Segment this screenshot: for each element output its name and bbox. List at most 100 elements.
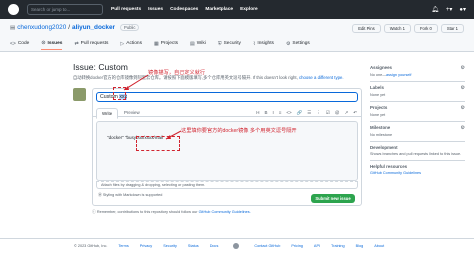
- tab-label: Settings: [292, 41, 310, 46]
- nav-marketplace[interactable]: Marketplace: [205, 7, 233, 12]
- gear-icon: ⚙: [285, 40, 291, 47]
- graph-icon: ⌇: [252, 40, 256, 47]
- edit-pins-button[interactable]: Edit Pins: [352, 24, 381, 33]
- sidebar-projects[interactable]: Projects ⚙ None yet: [370, 102, 465, 122]
- repo-action-buttons: Edit Pins Watch 1 Fork 0 Star 1: [352, 24, 464, 33]
- bold-icon[interactable]: B: [264, 110, 267, 116]
- sidebar-assignees[interactable]: Assignees ⚙ No one—assign yourself: [370, 62, 465, 82]
- bell-icon[interactable]: 🔔︎: [431, 6, 439, 13]
- pull-request-icon: ⇄: [74, 40, 79, 47]
- community-guidelines-link[interactable]: GitHub Community Guidelines.: [199, 210, 251, 214]
- search-input[interactable]: Search or jump to...: [27, 4, 103, 15]
- repo-icon: ▤: [10, 24, 16, 31]
- sidebar-labels[interactable]: Labels ⚙ None yet: [370, 82, 465, 102]
- ordered-list-icon[interactable]: ⋮: [316, 110, 321, 116]
- annotation-box-body: [136, 136, 180, 151]
- footer-link-blog[interactable]: Blog: [356, 244, 364, 248]
- gear-icon[interactable]: ⚙: [461, 85, 465, 91]
- submit-new-issue-button[interactable]: Submit new issue: [311, 194, 355, 203]
- repo-tabs: <> Code ⊙ Issues ⇄ Pull requests ▷ Actions ▦…: [10, 40, 310, 50]
- markdown-icon: Ⓜ: [98, 193, 102, 197]
- nav-issues[interactable]: Issues: [148, 7, 163, 12]
- gear-icon[interactable]: ⚙: [461, 125, 465, 131]
- markdown-toolbar: H B I ≡ <> 🔗 ☰ ⋮ ☑ @ ↗ ↶: [256, 110, 357, 116]
- task-list-icon[interactable]: ☑: [326, 110, 330, 116]
- tab-pull-requests[interactable]: ⇄ Pull requests: [74, 40, 108, 50]
- template-description: 自动转换docker官方的仓库镜像到阿里云仓库。请按照下面模版填写,多个仓库用英…: [73, 75, 344, 81]
- attach-files-area[interactable]: Attach files by dragging & dropping, sel…: [96, 181, 358, 189]
- sidebar-title: Projects: [370, 105, 388, 110]
- tab-label: Issues: [47, 40, 63, 46]
- quote-icon[interactable]: ≡: [279, 110, 282, 116]
- reference-icon[interactable]: ↗: [344, 110, 348, 116]
- community-guidelines-link[interactable]: GitHub Community Guidelines: [370, 171, 465, 175]
- mention-icon[interactable]: @: [335, 110, 340, 116]
- gear-icon[interactable]: ⚙: [461, 65, 465, 71]
- tab-insights[interactable]: ⌇ Insights: [253, 40, 274, 50]
- tab-settings[interactable]: ⚙ Settings: [286, 40, 310, 50]
- fork-button[interactable]: Fork 0: [413, 24, 438, 33]
- heading-icon[interactable]: H: [256, 110, 259, 116]
- visibility-badge: Public: [120, 24, 140, 31]
- footer-link-privacy[interactable]: Privacy: [140, 244, 152, 248]
- repo-owner-link[interactable]: chenxudong2020: [17, 24, 66, 31]
- tab-security[interactable]: ⛨ Security: [218, 40, 241, 50]
- tab-projects[interactable]: ▦ Projects: [154, 40, 178, 50]
- annotation-box-title: [113, 87, 126, 100]
- tab-actions[interactable]: ▷ Actions: [120, 40, 142, 50]
- footer-link-pricing[interactable]: Pricing: [291, 244, 303, 248]
- tab-code[interactable]: <> Code: [10, 40, 29, 50]
- copyright: © 2023 GitHub, Inc.: [74, 244, 108, 248]
- sidebar-value: No milestone: [370, 133, 393, 137]
- repo-header: ▤ chenxudong2020 / aliyun_docker Public …: [0, 19, 474, 52]
- repo-name-link[interactable]: aliyun_docker: [72, 24, 115, 31]
- header-actions: 🔔︎ +▾ ●▾: [431, 6, 466, 13]
- footer-link-status[interactable]: Status: [188, 244, 199, 248]
- sidebar-milestone[interactable]: Milestone ⚙ No milestone: [370, 122, 465, 142]
- plus-icon[interactable]: +▾: [446, 6, 453, 13]
- issue-title-input[interactable]: Custom xxx: [96, 92, 358, 102]
- github-logo-icon[interactable]: [8, 4, 19, 15]
- assign-yourself-link[interactable]: assign yourself: [386, 73, 411, 77]
- tab-wiki[interactable]: ▤ Wiki: [190, 40, 206, 50]
- reply-icon[interactable]: ↶: [353, 110, 357, 116]
- tab-write[interactable]: Write: [96, 108, 119, 119]
- avatar: [73, 88, 86, 101]
- sidebar-title: Development: [370, 145, 398, 150]
- watch-button[interactable]: Watch 1: [383, 24, 411, 33]
- tab-preview[interactable]: Preview: [119, 108, 145, 117]
- annotation-body-note: 这里填你要官方的docker镜像 多个用英文逗号隔开: [181, 128, 297, 134]
- table-icon: ▦: [153, 40, 159, 47]
- contribution-note-text: Remember, contributions to this reposito…: [96, 210, 198, 214]
- tab-issues[interactable]: ⊙ Issues: [41, 40, 63, 50]
- sidebar-value: None yet: [370, 113, 386, 117]
- link-icon[interactable]: 🔗: [297, 110, 303, 116]
- gear-icon[interactable]: ⚙: [461, 105, 465, 111]
- star-button[interactable]: Star 1: [440, 24, 464, 33]
- italic-icon[interactable]: I: [272, 110, 273, 116]
- footer-link-about[interactable]: About: [374, 244, 384, 248]
- footer-link-api[interactable]: API: [314, 244, 320, 248]
- markdown-note-text: Styling with Markdown is supported: [102, 193, 163, 197]
- repo-title: ▤ chenxudong2020 / aliyun_docker Public: [10, 24, 140, 31]
- page-title: Issue: Custom: [73, 62, 128, 72]
- footer-link-security[interactable]: Security: [163, 244, 177, 248]
- nav-codespaces[interactable]: Codespaces: [170, 7, 198, 12]
- footer-link-training[interactable]: Training: [331, 244, 345, 248]
- nav-explore[interactable]: Explore: [240, 7, 258, 12]
- footer-link-terms[interactable]: Terms: [118, 244, 128, 248]
- new-issue-form: Custom xxx Write Preview H B I ≡ <> 🔗 ☰ …: [92, 88, 362, 206]
- book-icon: ▤: [190, 40, 195, 47]
- unordered-list-icon[interactable]: ☰: [307, 110, 311, 116]
- tab-label: Insights: [257, 41, 274, 46]
- nav-pull-requests[interactable]: Pull requests: [111, 7, 141, 12]
- code-icon[interactable]: <>: [286, 110, 291, 116]
- avatar-menu-icon[interactable]: ●▾: [459, 6, 466, 13]
- choose-type-link[interactable]: choose a different type.: [299, 75, 344, 80]
- footer-link-contact[interactable]: Contact GitHub: [254, 244, 280, 248]
- tab-label: Wiki: [196, 41, 206, 46]
- footer-link-docs[interactable]: Docs: [210, 244, 219, 248]
- github-mark-icon[interactable]: [233, 243, 240, 249]
- sidebar-title: Labels: [370, 85, 384, 90]
- global-nav: Pull requests Issues Codespaces Marketpl…: [111, 7, 258, 12]
